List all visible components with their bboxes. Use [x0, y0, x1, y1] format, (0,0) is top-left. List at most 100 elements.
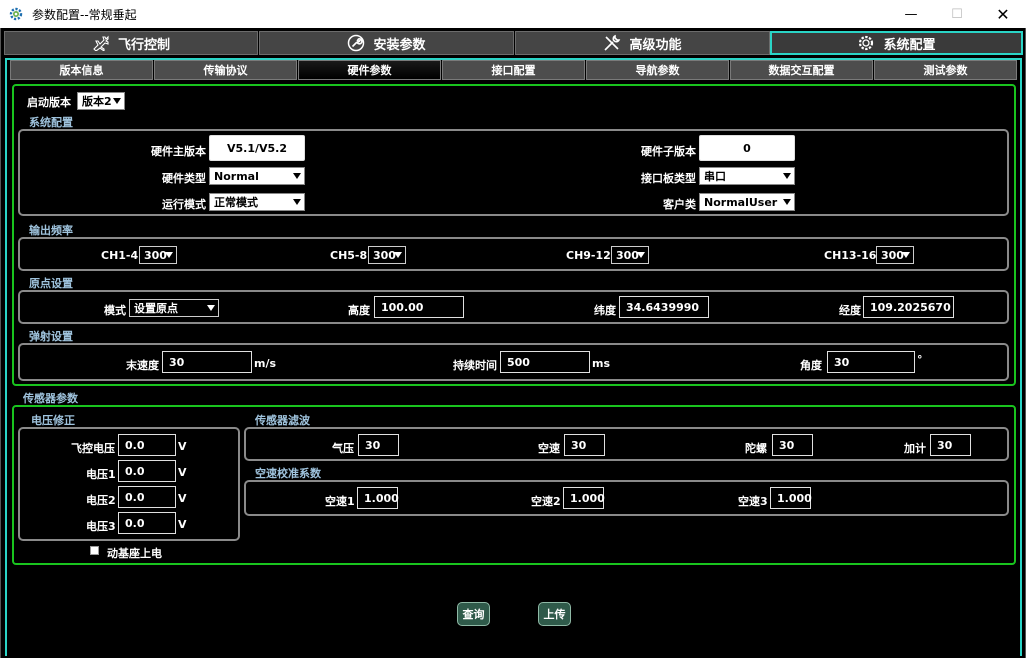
origin-mode-label: 模式 — [104, 304, 126, 317]
chevron-down-icon — [637, 252, 645, 258]
chevron-down-icon — [293, 199, 301, 205]
hw-main-version-label: 硬件主版本 — [151, 145, 206, 158]
tab-install-params[interactable]: 安装参数 — [259, 31, 514, 55]
filter-airspeed-input[interactable]: 30 — [564, 434, 605, 456]
voltage1-unit: V — [178, 466, 187, 479]
window-title: 参数配置--常规垂起 — [32, 8, 137, 22]
subtab-test-params[interactable]: 测试参数 — [874, 60, 1017, 80]
end-speed-label: 末速度 — [126, 359, 159, 372]
voltage3-label: 电压3 — [86, 520, 116, 533]
voltage2-unit: V — [178, 492, 187, 505]
tab-system-config[interactable]: 系统配置 — [770, 31, 1023, 55]
ch1-4-select[interactable]: 300 — [139, 246, 177, 264]
tab-flight-control[interactable]: 飞行控制 — [4, 31, 258, 55]
customer-select[interactable]: NormalUser — [699, 193, 795, 211]
airspeed1-input[interactable]: 1.000 — [357, 487, 399, 509]
voltage2-input[interactable]: 0.0 — [118, 486, 176, 508]
close-button[interactable]: ✕ — [980, 0, 1026, 28]
angle-input[interactable]: 30 — [827, 351, 915, 373]
voltage1-label: 电压1 — [86, 468, 116, 481]
ch13-16-label: CH13-16 — [824, 249, 877, 262]
output-freq-section-title: 输出频率 — [29, 224, 73, 237]
base-power-label: 动基座上电 — [107, 547, 162, 560]
query-button[interactable]: 查询 — [457, 602, 490, 626]
customer-value: NormalUser — [704, 195, 778, 209]
base-power-checkbox[interactable] — [90, 546, 99, 555]
voltage1-input[interactable]: 0.0 — [118, 460, 176, 482]
end-speed-input[interactable]: 30 — [162, 351, 252, 373]
hw-type-value: Normal — [214, 169, 259, 183]
airspeed3-label: 空速3 — [738, 495, 768, 508]
ch13-16-select[interactable]: 300 — [876, 246, 914, 264]
chevron-down-icon — [783, 199, 791, 205]
boot-version-value: 版本2 — [82, 95, 112, 108]
run-mode-value: 正常模式 — [214, 196, 258, 209]
launch-section-title: 弹射设置 — [29, 330, 73, 343]
subtab-data-exchange[interactable]: 数据交互配置 — [730, 60, 873, 80]
airspeed2-label: 空速2 — [531, 495, 561, 508]
airspeed1-label: 空速1 — [325, 495, 355, 508]
wrench-circle-icon — [347, 34, 365, 52]
tab-label: 飞行控制 — [117, 37, 170, 53]
ch9-12-label: CH9-12 — [566, 249, 611, 262]
tab-advanced[interactable]: 高级功能 — [515, 31, 770, 55]
hw-main-version-field[interactable]: V5.1/V5.2 — [209, 135, 305, 161]
filter-accel-input[interactable]: 30 — [930, 434, 971, 456]
airspeed2-input[interactable]: 1.000 — [563, 487, 605, 509]
voltage3-input[interactable]: 0.0 — [118, 512, 176, 534]
altitude-label: 高度 — [348, 304, 370, 317]
subtab-transfer-protocol[interactable]: 传输协议 — [154, 60, 297, 80]
main-panel: 飞行控制 安装参数 高级功能 系统配置 版本信息 传输协议 硬件参数 接口配置 … — [0, 28, 1026, 658]
duration-label: 持续时间 — [453, 359, 497, 372]
chevron-down-icon — [783, 173, 791, 179]
angle-label: 角度 — [800, 359, 822, 372]
tab-label: 系统配置 — [883, 37, 936, 53]
ch5-8-value: 300 — [373, 248, 396, 262]
iface-board-select[interactable]: 串口 — [699, 167, 795, 185]
boot-version-label: 启动版本 — [27, 96, 71, 109]
subtab-version-info[interactable]: 版本信息 — [10, 60, 153, 80]
title-bar: 参数配置--常规垂起 — ☐ ✕ — [0, 0, 1026, 28]
origin-mode-select[interactable]: 设置原点 — [129, 299, 219, 317]
run-mode-select[interactable]: 正常模式 — [209, 193, 305, 211]
fc-voltage-input[interactable]: 0.0 — [118, 434, 176, 456]
ch13-16-value: 300 — [881, 248, 904, 262]
origin-mode-value: 设置原点 — [134, 302, 178, 315]
upload-button[interactable]: 上传 — [538, 602, 571, 626]
ch1-4-value: 300 — [144, 248, 167, 262]
airplane-icon — [92, 35, 110, 51]
tab-label: 高级功能 — [629, 37, 682, 53]
subtab-navigation-params[interactable]: 导航参数 — [586, 60, 729, 80]
run-mode-label: 运行模式 — [162, 198, 206, 211]
ch9-12-select[interactable]: 300 — [611, 246, 649, 264]
ch5-8-select[interactable]: 300 — [368, 246, 406, 264]
chevron-down-icon — [293, 173, 301, 179]
filter-gyro-input[interactable]: 30 — [772, 434, 813, 456]
latitude-input[interactable]: 34.6439990 — [619, 296, 709, 318]
voltage2-label: 电压2 — [86, 494, 116, 507]
latitude-label: 纬度 — [594, 304, 616, 317]
app-gear-icon — [8, 6, 24, 22]
origin-section-title: 原点设置 — [29, 277, 73, 290]
angle-unit: ° — [917, 353, 923, 366]
chevron-down-icon — [394, 252, 402, 258]
hw-sub-version-field[interactable]: 0 — [699, 135, 795, 161]
subtab-interface-config[interactable]: 接口配置 — [442, 60, 585, 80]
chevron-down-icon — [207, 305, 215, 311]
altitude-input[interactable]: 100.00 — [374, 296, 464, 318]
filter-baro-input[interactable]: 30 — [358, 434, 399, 456]
duration-unit: ms — [592, 357, 611, 370]
chevron-down-icon — [113, 98, 121, 104]
tab-label: 安装参数 — [373, 37, 426, 53]
boot-version-select[interactable]: 版本2 — [77, 92, 125, 110]
filter-accel-label: 加计 — [904, 442, 926, 455]
subtab-hardware-params[interactable]: 硬件参数 — [298, 60, 441, 80]
longitude-input[interactable]: 109.2025670 — [863, 296, 954, 318]
maximize-button[interactable]: ☐ — [934, 0, 980, 28]
minimize-button[interactable]: — — [888, 0, 934, 28]
hw-type-select[interactable]: Normal — [209, 167, 305, 185]
customer-label: 客户类 — [663, 198, 696, 211]
duration-input[interactable]: 500 — [500, 351, 590, 373]
ch9-12-value: 300 — [616, 248, 639, 262]
airspeed3-input[interactable]: 1.000 — [770, 487, 812, 509]
